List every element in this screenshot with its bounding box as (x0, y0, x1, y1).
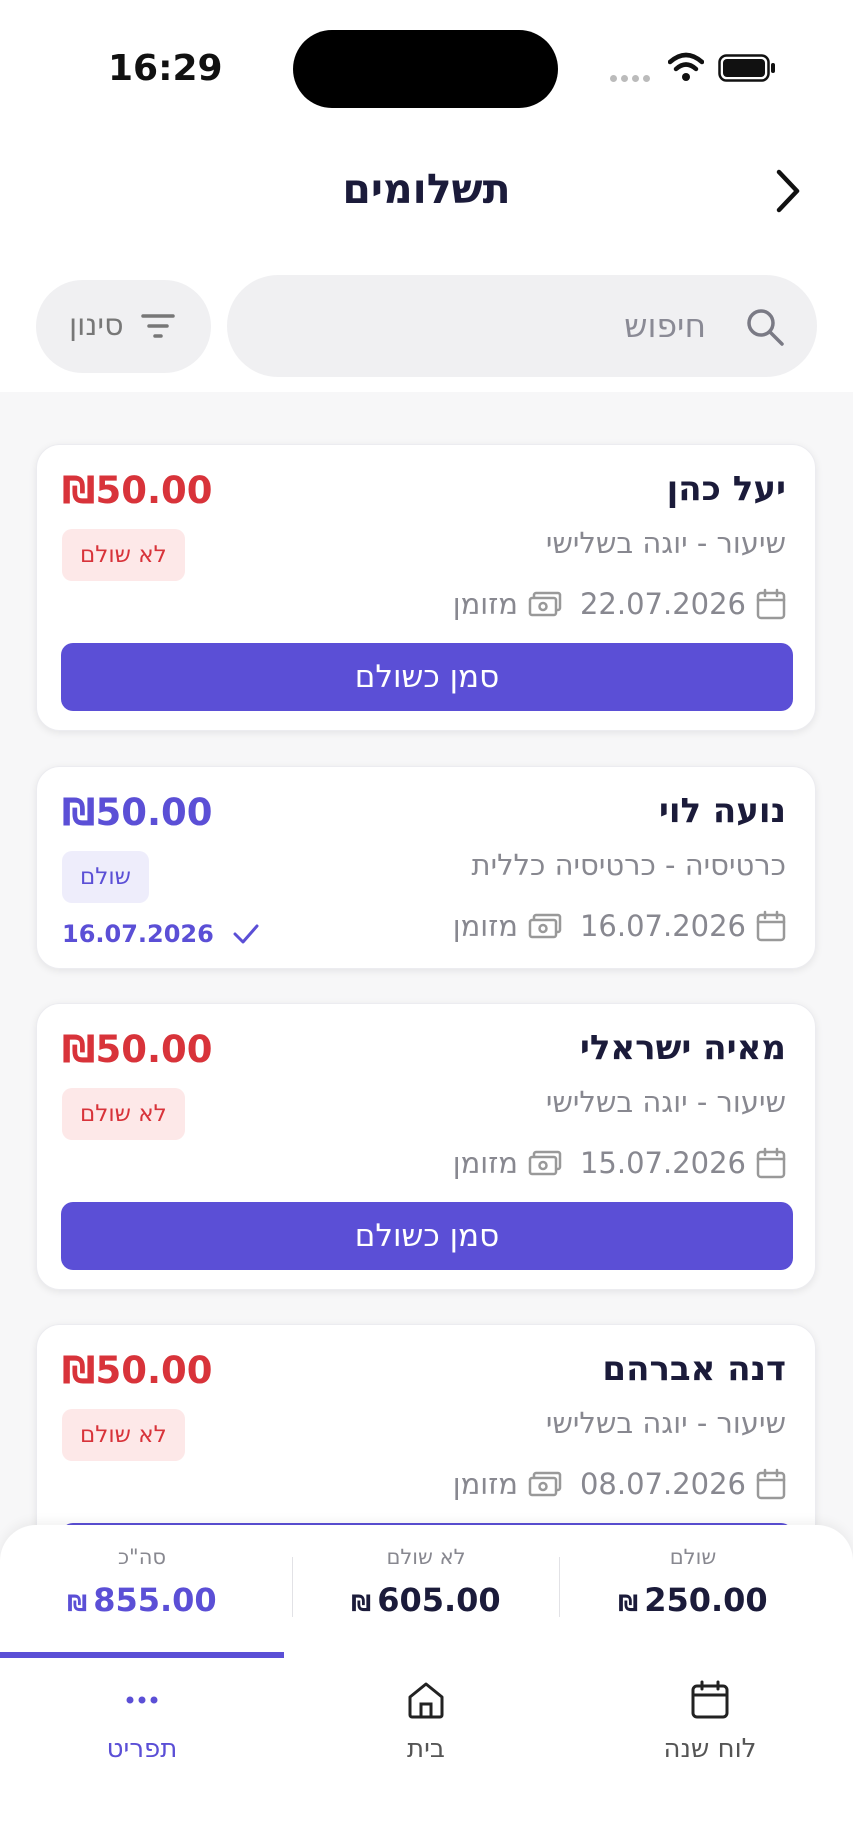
status-badge: לא שולם (62, 529, 185, 581)
search-icon (747, 309, 784, 346)
summary-paid-value: ₪ 250.00 (618, 1581, 768, 1619)
signal-icon (610, 75, 652, 85)
nav-item-calendar[interactable]: לוח שנה (568, 1678, 852, 1764)
payment-subtitle: שיעור - יוגה בשלישי (545, 526, 786, 560)
summary-divider (559, 1557, 560, 1617)
summary-total-value: ₪ 855.00 (67, 1581, 217, 1619)
bottom-nav: תפריט בית לוח שנה (0, 1652, 853, 1844)
status-bar: 16:29 (0, 0, 853, 130)
payment-date: 22.07.2026 (579, 587, 746, 621)
filter-button[interactable]: סינון (36, 280, 211, 373)
summary-unpaid-value: ₪ 605.00 (351, 1581, 501, 1619)
paid-date: 16.07.2026 (62, 920, 260, 948)
nav-label: בית (407, 1734, 445, 1764)
payment-date: 08.07.2026 (579, 1467, 746, 1501)
cash-icon (528, 1471, 562, 1497)
payment-amount: ₪50.00 (62, 791, 213, 834)
summary-unpaid-label: לא שולם (386, 1545, 466, 1569)
search-input[interactable]: חיפוש (227, 275, 817, 377)
status-badge: שולם (62, 851, 149, 903)
page-title: תשלומים (342, 165, 511, 213)
calendar-icon (756, 910, 786, 942)
payment-meta: 15.07.2026 מזומן (453, 1145, 786, 1181)
payment-method: מזומן (452, 1146, 518, 1180)
nav-item-menu[interactable]: תפריט (0, 1678, 284, 1764)
home-icon (408, 1682, 444, 1719)
battery-icon (718, 54, 775, 82)
summary-total-label: סה"כ (117, 1545, 167, 1569)
search-placeholder: חיפוש (624, 306, 706, 345)
nav-item-home[interactable]: בית (284, 1678, 568, 1764)
payment-amount: ₪50.00 (62, 469, 213, 512)
nav-label: תפריט (106, 1734, 178, 1764)
payment-subtitle: כרטיסיה - כרטיסיה כללית (471, 848, 786, 882)
payment-method: מזומן (452, 909, 518, 943)
currency-symbol: ₪ (351, 1592, 372, 1617)
calendar-icon (756, 1468, 786, 1500)
filter-icon (141, 314, 175, 338)
currency-symbol: ₪ (618, 1592, 639, 1617)
cash-icon (528, 913, 562, 939)
mark-paid-button[interactable]: סמן כשולם (61, 643, 793, 711)
payment-amount: ₪50.00 (62, 1349, 213, 1392)
cash-icon (528, 1150, 562, 1176)
payments-summary: סה"כ ₪ 855.00 לא שולם ₪ 605.00 שולם ₪ 250.0… (0, 1525, 853, 1652)
mark-paid-button[interactable]: סמן כשולם (61, 1202, 793, 1270)
payment-date: 15.07.2026 (579, 1146, 746, 1180)
summary-unpaid: לא שולם ₪ 605.00 (296, 1545, 556, 1619)
dynamic-island (293, 30, 558, 108)
filter-label: סינון (69, 308, 124, 343)
status-badge: לא שולם (62, 1409, 185, 1461)
currency-symbol: ₪ (67, 1592, 88, 1617)
cash-icon (528, 591, 562, 617)
calendar-icon (756, 1147, 786, 1179)
status-badge: לא שולם (62, 1088, 185, 1140)
summary-divider (292, 1557, 293, 1617)
payment-meta: 22.07.2026 מזומן (453, 586, 786, 622)
wifi-icon (668, 52, 704, 81)
paid-date-text: 16.07.2026 (62, 920, 214, 948)
payment-meta: 08.07.2026 מזומן (453, 1466, 786, 1502)
payment-card[interactable]: יעל כהן שיעור - יוגה בשלישי 22.07.2026 מ… (36, 444, 816, 731)
summary-paid: שולם ₪ 250.00 (563, 1545, 823, 1619)
summary-total: סה"כ ₪ 855.00 (12, 1545, 272, 1619)
nav-label: לוח שנה (663, 1734, 757, 1764)
payment-subtitle: שיעור - יוגה בשלישי (545, 1085, 786, 1119)
payment-subtitle: שיעור - יוגה בשלישי (545, 1406, 786, 1440)
nav-active-indicator (0, 1652, 284, 1658)
calendar-icon (691, 1680, 729, 1719)
payment-meta: 16.07.2026 מזומן (453, 908, 786, 944)
checkmark-icon (233, 924, 259, 944)
payment-card[interactable]: נועה לוי כרטיסיה - כרטיסיה כללית 16.07.2… (36, 766, 816, 969)
payer-name: מאיה ישראלי (579, 1028, 786, 1068)
payment-amount: ₪50.00 (62, 1028, 213, 1071)
payment-date: 16.07.2026 (579, 909, 746, 943)
status-time: 16:29 (108, 48, 223, 89)
calendar-icon (756, 588, 786, 620)
summary-paid-label: שולם (669, 1545, 717, 1569)
payer-name: דנה אברהם (602, 1349, 786, 1389)
payer-name: נועה לוי (658, 791, 786, 831)
more-icon (126, 1696, 158, 1704)
payment-card[interactable]: מאיה ישראלי שיעור - יוגה בשלישי 15.07.20… (36, 1003, 816, 1290)
payment-method: מזומן (452, 1467, 518, 1501)
payer-name: יעל כהן (666, 469, 786, 509)
payment-method: מזומן (452, 587, 518, 621)
back-chevron-icon[interactable] (773, 168, 803, 214)
